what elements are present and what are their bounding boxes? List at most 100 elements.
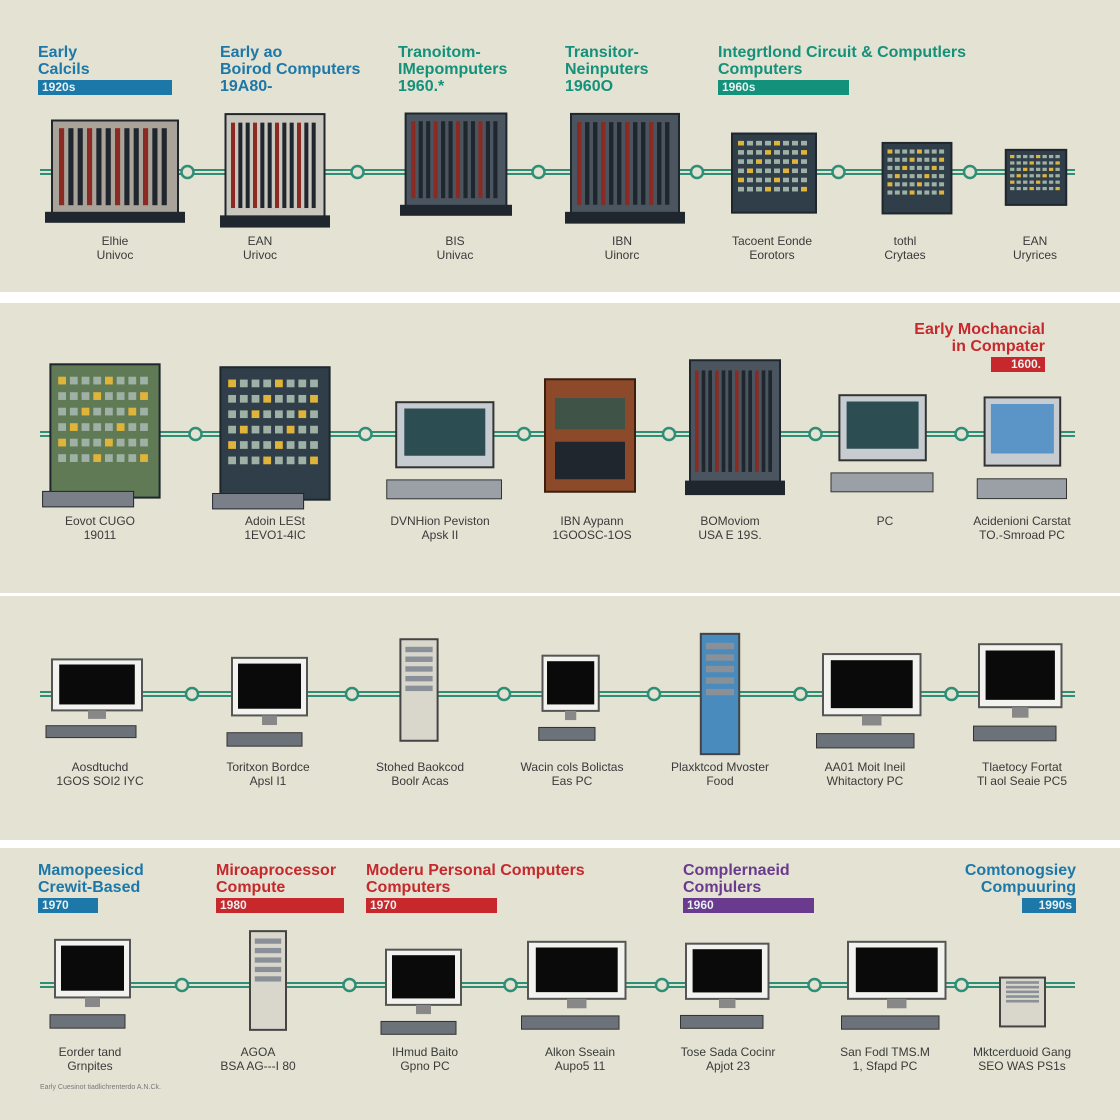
timeline-node	[831, 164, 846, 180]
era-heading: Complernaeid Comjulers 1960	[683, 862, 814, 913]
imac-icon	[521, 940, 627, 1030]
beige-monitor-icon	[226, 656, 308, 747]
timeline-node	[962, 164, 978, 180]
timeline-node	[350, 164, 365, 180]
portable-computer-icon	[976, 396, 1067, 500]
machine-caption: tothl Crytaes	[884, 234, 926, 262]
timeline-node	[174, 977, 190, 993]
timeline-node	[807, 977, 822, 993]
era-title: Transitor- Neinputers 1960O	[565, 44, 649, 95]
timeline-node	[954, 426, 969, 442]
machine-caption: IBN Aypann 1GOOSC-1OS	[552, 514, 632, 542]
timeline-node	[496, 686, 512, 702]
era-heading: Early Calcils 1920s	[38, 44, 172, 95]
machine-caption: Stohed Baokcod Boolr Acas	[375, 760, 465, 788]
timeline-band-1: Early Calcils 1920s Early ao Boirod Comput…	[0, 0, 1120, 292]
timeline-node	[344, 686, 360, 702]
era-title: Early Calcils	[38, 44, 90, 78]
machine-caption: BIS Univac	[436, 234, 474, 262]
era-date-badge: 1980	[216, 898, 344, 913]
machine-caption: IBN Uinorc	[604, 234, 640, 262]
machine-caption: Eorder tand Grnpites	[58, 1045, 122, 1073]
timeline-node	[944, 686, 959, 702]
integrated-circuit-console-icon	[731, 132, 817, 214]
personal-computer-icon	[830, 394, 934, 493]
era-title: Complernaeid Comjulers	[683, 862, 790, 896]
crt-terminal-icon	[386, 401, 502, 500]
era-title: Tranoitom- IMepomputers 1960.*	[398, 44, 508, 95]
machine-caption: Elhie Univoc	[96, 234, 134, 262]
machine-caption: BOMoviom USA E 19S.	[698, 514, 762, 542]
machine-caption: Eovot CUGO 19011	[64, 514, 136, 542]
era-date-badge: 1600.	[991, 357, 1045, 372]
machine-caption: Mktcerduoid Gang SEO WAS PS1s	[972, 1045, 1072, 1073]
beige-tower-icon	[399, 638, 439, 742]
wooden-cabinet-icon	[544, 378, 636, 493]
blue-tower-icon	[699, 632, 741, 756]
timeline-node	[793, 686, 808, 702]
timeline-node	[808, 426, 823, 442]
timeline-node	[342, 977, 357, 993]
machine-caption: Alkon Sseain Aupo5 11	[544, 1045, 616, 1073]
timeline-node	[184, 686, 200, 702]
timeline-node	[654, 977, 670, 993]
compact-mac-icon	[380, 948, 462, 1035]
timeline-node	[689, 164, 705, 180]
era-date-badge: 1990s	[1022, 898, 1076, 913]
machine-caption: AGOA BSA AG---I 80	[220, 1045, 296, 1073]
era-title: Early Mochancial in Compater	[914, 321, 1045, 355]
era-date-badge: 1960	[683, 898, 814, 913]
era-title: Integrtlond Circuit & Computlers Compute…	[718, 44, 966, 78]
widescreen-desktop-icon	[841, 940, 947, 1030]
footnote: Early Cuesinot tiadlichrenterdo A.N.Ck.	[40, 1084, 161, 1091]
era-heading: Integrtlond Circuit & Computlers Compute…	[718, 44, 966, 95]
era-title: Early ao Boirod Computers 19A80-	[220, 44, 361, 95]
era-date-badge: 1920s	[38, 80, 172, 95]
all-in-one-mac-icon	[538, 654, 600, 741]
flat-monitor-icon	[816, 653, 922, 749]
timeline-node	[516, 426, 532, 442]
crt-monitor-icon	[45, 658, 143, 739]
minicomputer-icon	[881, 141, 953, 215]
timeline-band-3: Aosdtuchd 1GOS SOI2 IYC Toritxon Bordce A…	[0, 596, 1120, 840]
machine-caption: Aosdtuchd 1GOS SOI2 IYC	[56, 760, 144, 788]
terminal-tower-icon	[42, 363, 161, 508]
timeline-node	[188, 426, 203, 442]
machine-caption: EAN Uryrices	[1013, 234, 1057, 262]
pc-tower-icon	[249, 930, 287, 1031]
modern-desktop-tower-icon	[999, 976, 1046, 1028]
machine-caption: IHmud Baito Gpno PC	[391, 1045, 459, 1073]
mainframe-cabinet-icon	[565, 112, 685, 224]
machine-caption: EAN Urivoc	[242, 234, 277, 262]
machine-caption: Tacoent Eonde Eorotors	[731, 234, 813, 262]
lcd-desktop-icon	[680, 942, 770, 1029]
workstation-tower-icon	[212, 366, 331, 510]
era-title: Moderu Personal Computers Computers	[366, 862, 585, 896]
machine-caption: AA01 Moit Ineil Whitactory PC	[824, 760, 906, 788]
machine-caption: Adoin LESt 1EVO1-4IC	[244, 514, 306, 542]
machine-caption: Tlaetocy Fortat Tl aol Seaie PC5	[976, 760, 1068, 788]
era-date-badge: 1970	[38, 898, 98, 913]
era-heading: Early Mochancial in Compater 1600.	[885, 321, 1045, 372]
era-heading: Comtonogsiey Compuuring 1990s	[916, 862, 1076, 913]
era-heading: Miroaprocessor Compute 1980	[216, 862, 344, 913]
desktop-set-icon	[973, 643, 1063, 742]
era-heading: Early ao Boirod Computers 19A80-	[220, 44, 360, 95]
era-date-badge: 1960s	[718, 80, 849, 95]
era-heading: Transitor- Neinputers 1960O	[565, 44, 649, 95]
machine-caption: PC	[876, 514, 894, 528]
timeline-node	[531, 164, 546, 180]
era-date-badge: 1970	[366, 898, 497, 913]
desktop-with-printer-icon	[49, 938, 131, 1029]
timeline-band-2: Early Mochancial in Compater 1600. Eovot C…	[0, 303, 1120, 593]
machine-caption: Plaxktcod Mvoster Food	[670, 760, 770, 788]
era-title: Comtonogsiey Compuuring	[964, 862, 1076, 896]
machine-caption: DVNHion Peviston Apsk II	[390, 514, 490, 542]
large-mainframe-icon	[685, 359, 785, 496]
relay-rack-icon	[45, 119, 185, 223]
timeline-node	[646, 686, 662, 702]
timeline-band-4: Mamopeesicd Crewit-Based 1970 Miroaprocess…	[0, 848, 1120, 1120]
machine-caption: San Fodl TMS.M 1, Sfapd PC	[840, 1045, 930, 1073]
machine-caption: Tose Sada Cocinr Apjot 23	[680, 1045, 776, 1073]
machine-caption: Toritxon Bordce Apsl I1	[226, 760, 310, 788]
